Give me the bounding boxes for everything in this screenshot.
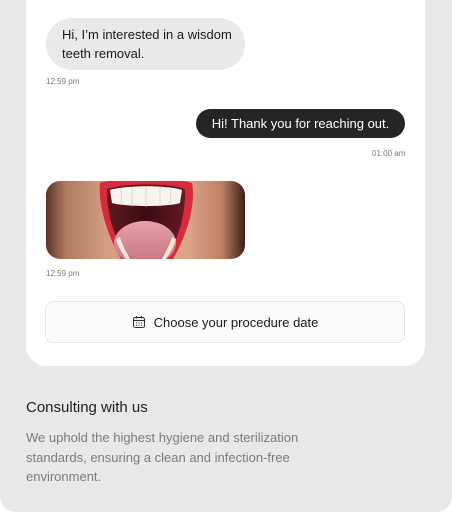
message-timestamp: 01:00 am [372,149,406,158]
outgoing-message-bubble: Hi! Thank you for reaching out. [196,109,405,138]
message-timestamp: 12:59 pm [46,77,80,86]
incoming-message-bubble: Hi, I’m interested in a wisdom teeth rem… [46,18,245,70]
section-description: We uphold the highest hygiene and steril… [26,430,299,484]
incoming-message-text: Hi, I’m interested in a wisdom teeth rem… [62,27,232,61]
calendar-icon [132,315,146,329]
section-title: Consulting with us [26,399,148,416]
message-timestamp: 12:59 pm [46,269,80,278]
chat-panel: Hi, I’m interested in a wisdom teeth rem… [26,0,425,366]
outgoing-message-text: Hi! Thank you for reaching out. [211,116,390,131]
choose-procedure-date-label: Choose your procedure date [153,314,319,330]
open-mouth-image [46,181,245,259]
choose-procedure-date-button[interactable]: Choose your procedure date [45,301,405,343]
consulting-card: Hi, I’m interested in a wisdom teeth rem… [0,0,452,512]
open-mouth-photo[interactable] [46,181,245,259]
